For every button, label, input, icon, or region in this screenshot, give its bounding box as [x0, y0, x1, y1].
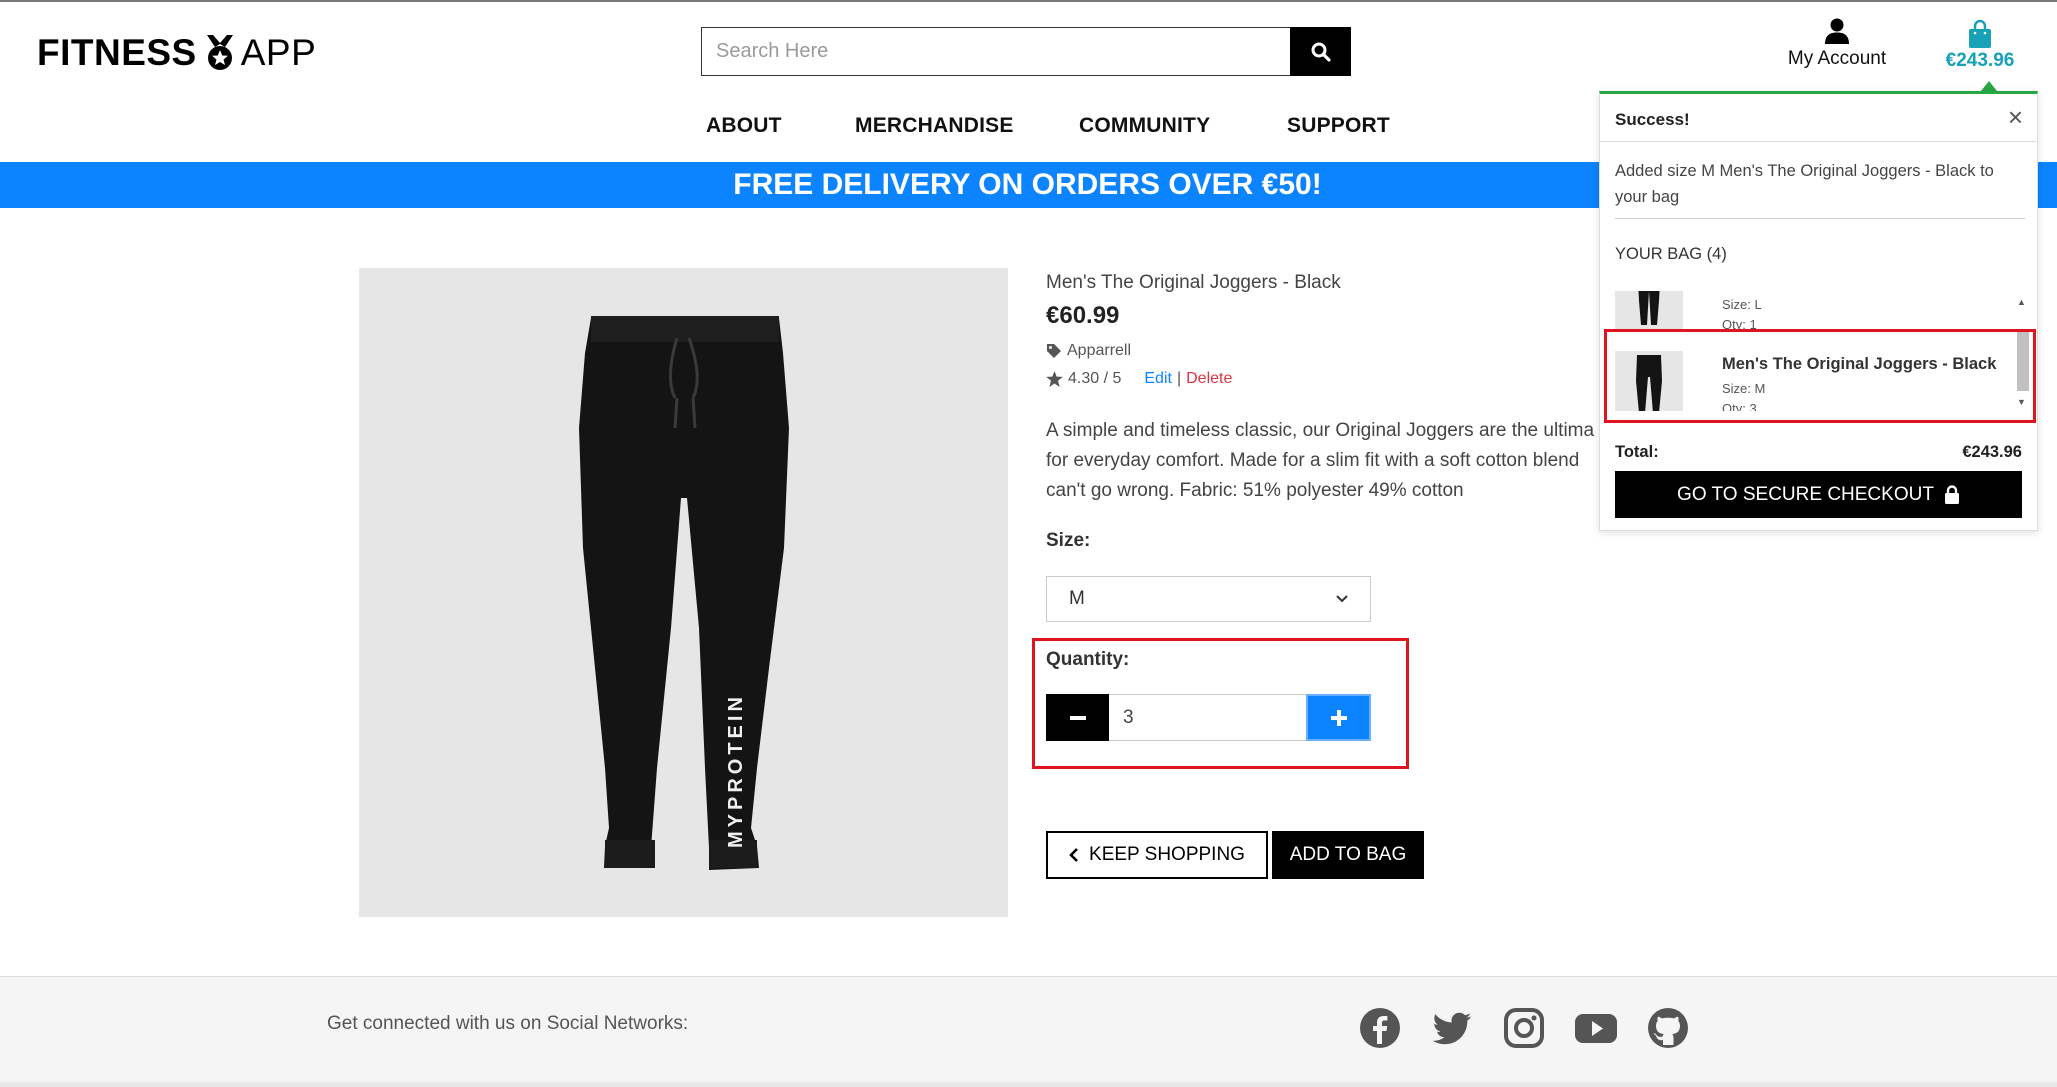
delete-link[interactable]: Delete: [1186, 370, 1232, 388]
search-button[interactable]: [1290, 27, 1351, 76]
nav-community[interactable]: COMMUNITY: [1079, 114, 1210, 138]
keep-shopping-button[interactable]: KEEP SHOPPING: [1046, 831, 1268, 879]
github-icon[interactable]: [1647, 1007, 1689, 1049]
close-icon[interactable]: ×: [2008, 104, 2023, 130]
shopping-bag-icon: [1969, 20, 1991, 48]
nav-about[interactable]: ABOUT: [706, 114, 782, 138]
delivery-banner-text: FREE DELIVERY ON ORDERS OVER €50!: [733, 168, 1322, 201]
instagram-icon[interactable]: [1503, 1007, 1545, 1049]
lock-icon: [1944, 485, 1959, 504]
top-border: [0, 0, 2057, 2]
facebook-icon[interactable]: [1359, 1007, 1401, 1049]
checkout-label: GO TO SECURE CHECKOUT: [1677, 483, 1934, 505]
total-value: €243.96: [1962, 443, 2022, 461]
bag-item-highlight-box: [1604, 329, 2036, 423]
chevron-down-icon: [1336, 595, 1348, 603]
increment-button[interactable]: [1306, 694, 1371, 741]
product-price: €60.99: [1046, 302, 1120, 329]
nav-merchandise[interactable]: MERCHANDISE: [855, 114, 1014, 138]
plus-icon: [1330, 709, 1347, 726]
logo-text-left: FITNESS: [37, 32, 197, 73]
product-category[interactable]: Apparrell: [1046, 342, 1131, 360]
quantity-label: Quantity:: [1046, 649, 1130, 670]
product-category-label: Apparrell: [1067, 342, 1132, 359]
edit-link[interactable]: Edit: [1144, 370, 1172, 388]
rating-value: 4.30 / 5: [1068, 370, 1122, 387]
medal-icon: [206, 35, 233, 70]
minus-icon: [1069, 715, 1086, 720]
logo[interactable]: FITNESS APP: [37, 28, 316, 78]
bag-toast: Success! × Added size M Men's The Origin…: [1599, 91, 2038, 531]
product-rating: 4.30 / 5 Edit | Delete: [1046, 370, 1232, 388]
footer: Get connected with us on Social Networks…: [0, 976, 2057, 1084]
size-label: Size:: [1046, 530, 1091, 551]
size-select[interactable]: M: [1046, 576, 1371, 622]
search-icon: [1311, 42, 1331, 62]
search-bar: [701, 27, 1351, 76]
scroll-up-arrow-icon[interactable]: ▲: [2017, 297, 2026, 307]
bag-total-label: €243.96: [1945, 50, 2015, 71]
logo-text-right: APP: [240, 32, 317, 73]
quantity-stepper: [1046, 694, 1371, 741]
image-brand-text: MYPROTEIN: [725, 693, 747, 848]
quantity-input[interactable]: [1109, 694, 1306, 741]
nav-support[interactable]: SUPPORT: [1287, 114, 1390, 138]
link-separator: |: [1176, 370, 1182, 387]
bottom-border: [0, 1082, 2057, 1087]
product-name: Men's The Original Joggers - Black: [1046, 272, 1341, 293]
bag-item-thumbnail: [1615, 291, 1683, 329]
add-to-bag-label: ADD TO BAG: [1289, 844, 1407, 865]
social-links: [1359, 1007, 1689, 1049]
popup-arrow: [1981, 81, 1997, 91]
bag-item-size: Size: L: [1722, 297, 1762, 312]
bag-total-row: Total: €243.96: [1615, 443, 2022, 462]
my-account-label: My Account: [1787, 48, 1887, 69]
decrement-button[interactable]: [1046, 694, 1109, 741]
toast-message: Added size M Men's The Original Joggers …: [1615, 158, 2025, 219]
product-description: A simple and timeless classic, our Origi…: [1046, 416, 1606, 506]
secure-checkout-button[interactable]: GO TO SECURE CHECKOUT: [1615, 471, 2022, 518]
user-icon: [1825, 18, 1849, 44]
chevron-left-icon: [1069, 848, 1078, 862]
search-input[interactable]: [701, 27, 1290, 76]
add-to-bag-button[interactable]: ADD TO BAG: [1272, 831, 1424, 879]
twitter-icon[interactable]: [1431, 1007, 1473, 1049]
toast-title: Success!: [1615, 110, 1690, 129]
product-image: MYPROTEIN: [359, 268, 1008, 917]
description-line: for everyday comfort. Made for a slim fi…: [1046, 450, 1580, 471]
shopping-bag-link[interactable]: €243.96: [1930, 20, 2030, 72]
description-line: can't go wrong. Fabric: 51% polyester 49…: [1046, 480, 1464, 501]
keep-shopping-label: KEEP SHOPPING: [1089, 844, 1245, 865]
toast-header: Success! ×: [1600, 94, 2037, 142]
total-label: Total:: [1615, 443, 1659, 461]
tag-icon: [1047, 344, 1061, 358]
bag-count-title: YOUR BAG (4): [1615, 245, 1727, 263]
star-icon: [1046, 371, 1063, 387]
description-line: A simple and timeless classic, our Origi…: [1046, 420, 1595, 441]
youtube-icon[interactable]: [1575, 1007, 1617, 1049]
my-account-link[interactable]: My Account: [1772, 18, 1902, 70]
size-selected-value: M: [1069, 588, 1085, 609]
joggers-illustration: MYPROTEIN: [579, 316, 789, 870]
footer-social-text: Get connected with us on Social Networks…: [327, 1013, 689, 1034]
